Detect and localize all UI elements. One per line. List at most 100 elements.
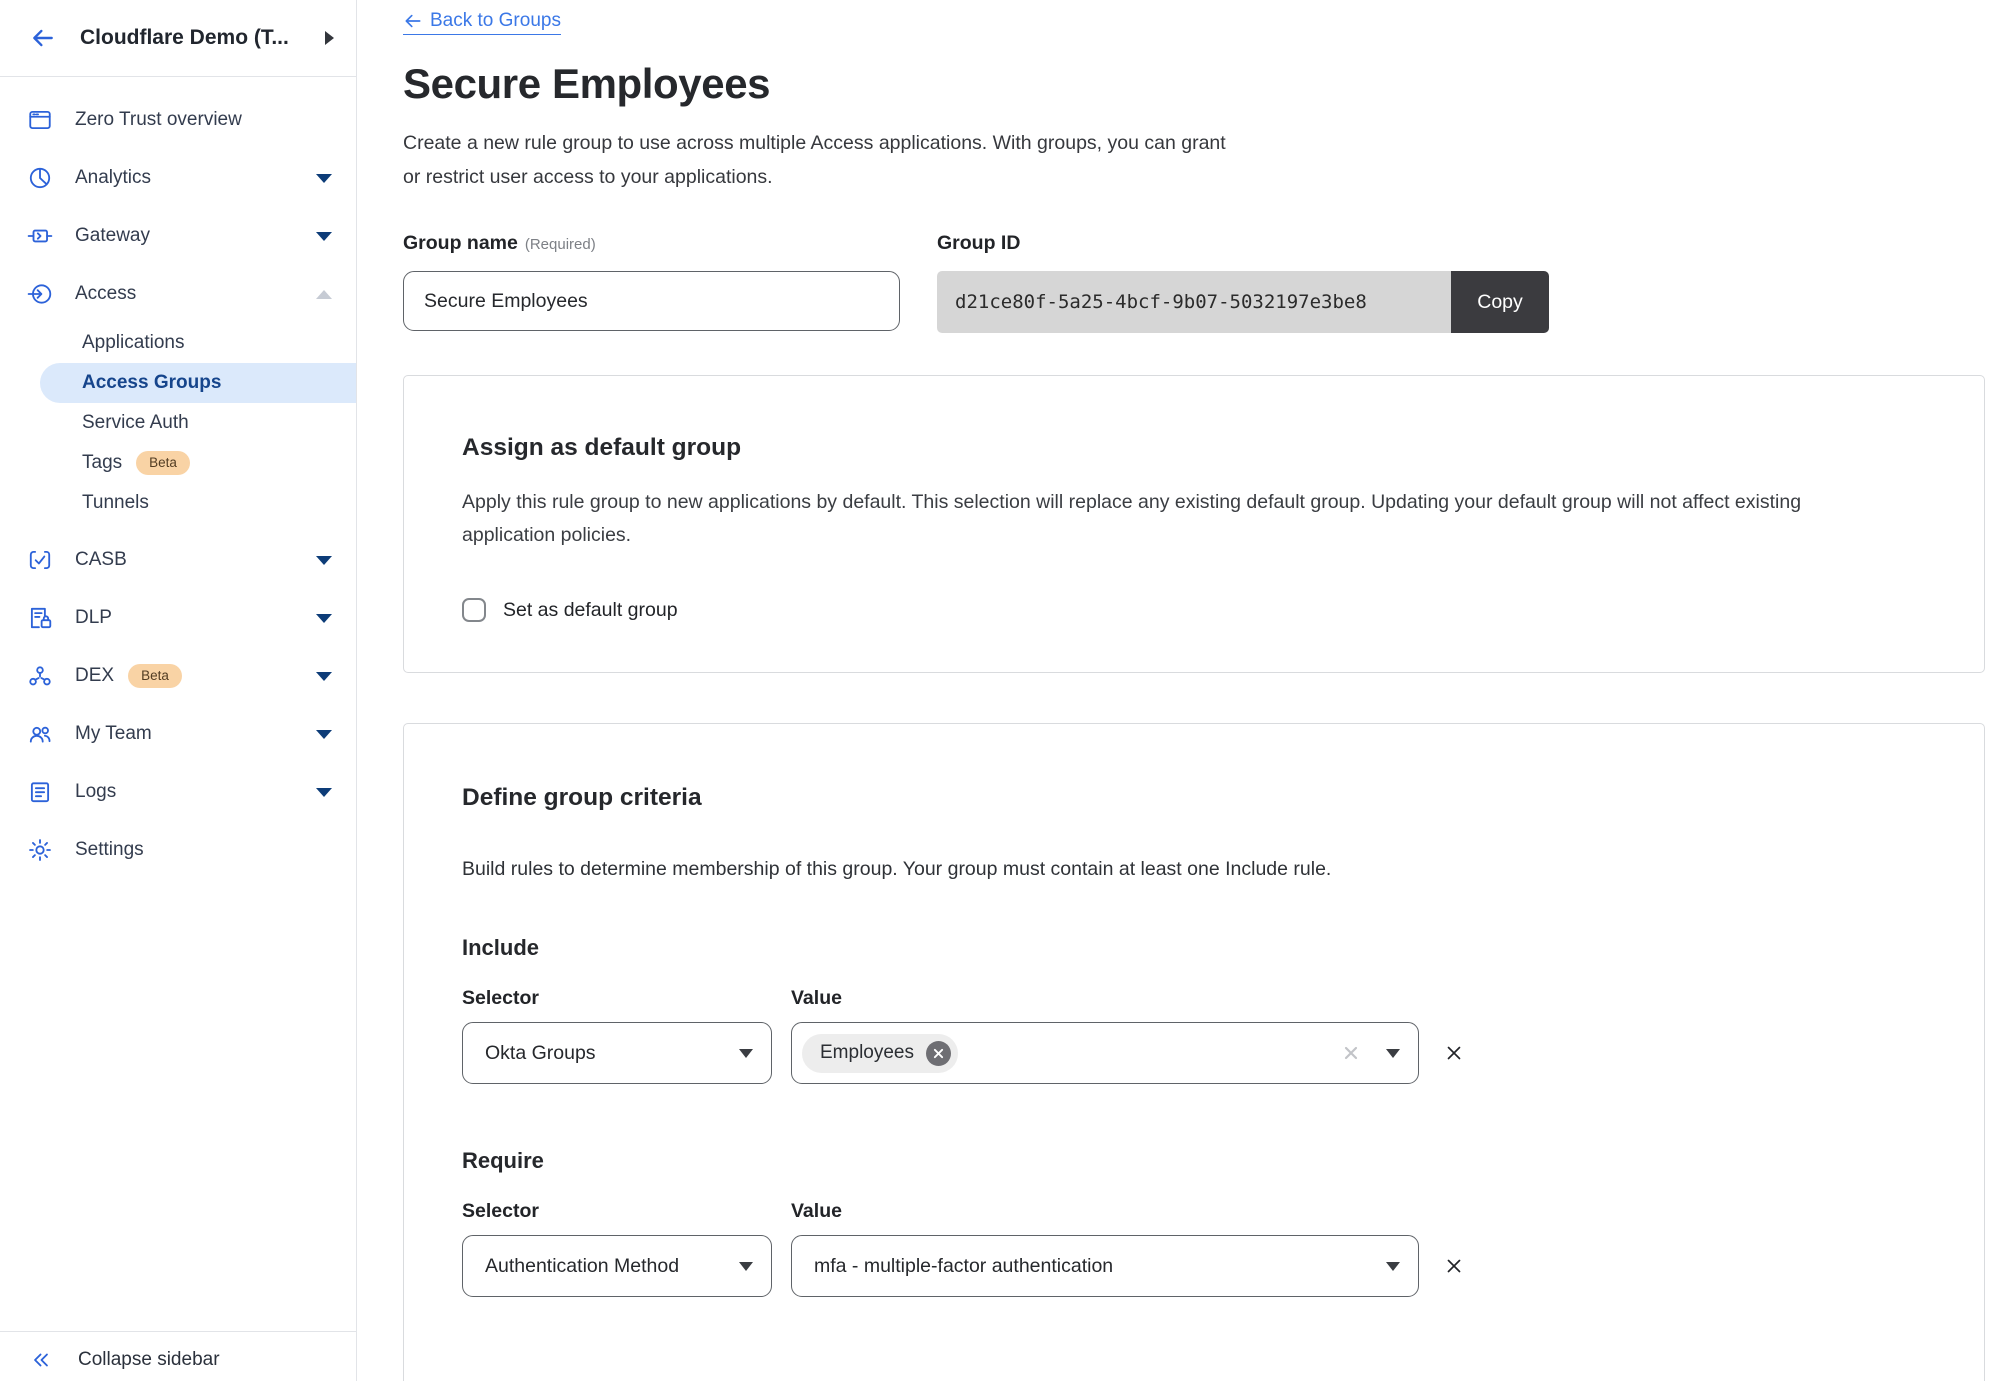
sidebar-item-access[interactable]: Access — [0, 265, 356, 323]
set-default-checkbox[interactable] — [462, 598, 486, 622]
analytics-icon — [27, 165, 53, 191]
chevron-down-icon — [1386, 1049, 1400, 1058]
include-value-multiselect[interactable]: Employees — [791, 1022, 1419, 1084]
chevron-down-icon[interactable] — [316, 730, 332, 739]
beta-badge: Beta — [128, 664, 182, 688]
gear-icon — [27, 837, 53, 863]
dex-network-icon — [27, 663, 53, 689]
selector-label: Selector — [462, 1200, 772, 1223]
chip-label: Employees — [820, 1042, 914, 1064]
group-name-label: Group name — [403, 232, 518, 255]
remove-include-rule-icon[interactable] — [1446, 1045, 1462, 1061]
chevron-down-icon[interactable] — [316, 788, 332, 797]
default-group-checkbox-row: Set as default group — [462, 598, 1926, 622]
selected-option: Authentication Method — [485, 1255, 739, 1278]
include-labels-row: Selector Value — [462, 987, 1926, 1010]
include-selector-dropdown[interactable]: Okta Groups — [462, 1022, 772, 1084]
require-selector-dropdown[interactable]: Authentication Method — [462, 1235, 772, 1297]
group-name-input[interactable] — [403, 271, 900, 331]
sidebar-item-tunnels[interactable]: Tunnels — [0, 483, 356, 523]
page-title: Secure Employees — [403, 60, 1985, 108]
access-login-icon — [27, 281, 53, 307]
arrow-left-icon — [403, 11, 423, 31]
chevron-down-icon[interactable] — [316, 614, 332, 623]
logs-list-icon — [27, 779, 53, 805]
required-hint: (Required) — [525, 236, 596, 253]
sidebar-item-label: Settings — [75, 839, 332, 861]
back-to-groups-link[interactable]: Back to Groups — [403, 10, 561, 35]
main-content: Back to Groups Secure Employees Create a… — [357, 0, 1999, 1381]
group-name-field: Group name (Required) — [403, 232, 900, 333]
include-heading: Include — [462, 935, 1926, 961]
page-description: Create a new rule group to use across mu… — [403, 126, 1985, 194]
sidebar-item-label: My Team — [75, 723, 316, 745]
double-chevron-left-icon — [30, 1349, 52, 1371]
copy-button[interactable]: Copy — [1451, 271, 1549, 333]
beta-badge: Beta — [136, 451, 190, 475]
selector-label: Selector — [462, 987, 772, 1010]
chevron-down-icon[interactable] — [316, 672, 332, 681]
sidebar-item-logs[interactable]: Logs — [0, 763, 356, 821]
criteria-description: Build rules to determine membership of t… — [462, 858, 1926, 881]
group-id-value: d21ce80f-5a25-4bcf-9b07-5032197e3be8 — [937, 271, 1451, 333]
team-icon — [27, 721, 53, 747]
sidebar-item-dlp[interactable]: DLP — [0, 589, 356, 647]
sidebar-item-label: Zero Trust overview — [75, 109, 332, 131]
sidebar-item-label: Service Auth — [82, 412, 189, 434]
casb-icon — [27, 547, 53, 573]
sidebar-item-label: Tags — [82, 452, 122, 474]
sidebar-item-tags[interactable]: Tags Beta — [0, 443, 356, 483]
back-arrow-icon[interactable] — [30, 25, 56, 51]
checkbox-label: Set as default group — [503, 599, 678, 622]
zero-trust-dashboard: Cloudflare Demo (T... Zero Trust overvie… — [0, 0, 1999, 1381]
sidebar-item-dex[interactable]: DEX Beta — [0, 647, 356, 705]
require-heading: Require — [462, 1148, 1926, 1174]
remove-require-rule-icon[interactable] — [1446, 1258, 1462, 1274]
card-title: Assign as default group — [462, 434, 1926, 462]
sidebar-item-label: Analytics — [75, 167, 316, 189]
require-rule-row: Authentication Method mfa - multiple-fac… — [462, 1235, 1926, 1297]
sidebar-item-analytics[interactable]: Analytics — [0, 149, 356, 207]
sidebar-item-my-team[interactable]: My Team — [0, 705, 356, 763]
chevron-down-icon — [739, 1049, 753, 1058]
clear-values-icon[interactable] — [1342, 1044, 1360, 1062]
define-group-criteria-card: Define group criteria Build rules to det… — [403, 723, 1985, 1381]
chip-remove-icon[interactable] — [926, 1041, 951, 1066]
sidebar-item-zero-trust-overview[interactable]: Zero Trust overview — [0, 91, 356, 149]
sidebar-item-gateway[interactable]: Gateway — [0, 207, 356, 265]
group-id-field: Group ID d21ce80f-5a25-4bcf-9b07-5032197… — [937, 232, 1549, 333]
sidebar-item-settings[interactable]: Settings — [0, 821, 356, 879]
sidebar-item-label: DLP — [75, 607, 316, 629]
sidebar-nav: Zero Trust overview Analytics Gateway — [0, 77, 356, 1331]
gateway-icon — [27, 223, 53, 249]
chevron-down-icon — [1386, 1262, 1400, 1271]
chevron-down-icon[interactable] — [316, 556, 332, 565]
sidebar-item-label: Access — [75, 283, 316, 305]
window-icon — [27, 107, 53, 133]
assign-default-group-card: Assign as default group Apply this rule … — [403, 375, 1985, 673]
selected-option: Okta Groups — [485, 1042, 739, 1065]
chevron-up-icon[interactable] — [316, 290, 332, 299]
sidebar-item-label: Applications — [82, 332, 184, 354]
collapse-sidebar-button[interactable]: Collapse sidebar — [0, 1331, 356, 1381]
sidebar-item-label: CASB — [75, 549, 316, 571]
sidebar-item-label: Tunnels — [82, 492, 149, 514]
sidebar-item-service-auth[interactable]: Service Auth — [0, 403, 356, 443]
sidebar-item-casb[interactable]: CASB — [0, 531, 356, 589]
require-value-dropdown[interactable]: mfa - multiple-factor authentication — [791, 1235, 1419, 1297]
chevron-down-icon[interactable] — [316, 174, 332, 183]
caret-right-icon[interactable] — [325, 31, 334, 45]
sidebar-item-applications[interactable]: Applications — [0, 323, 356, 363]
sidebar-header: Cloudflare Demo (T... — [0, 0, 356, 77]
sidebar: Cloudflare Demo (T... Zero Trust overvie… — [0, 0, 357, 1381]
sidebar-item-access-groups[interactable]: Access Groups — [40, 363, 356, 403]
group-id-label: Group ID — [937, 232, 1020, 255]
sidebar-item-label: Gateway — [75, 225, 316, 247]
chevron-down-icon[interactable] — [316, 232, 332, 241]
access-sub-list: Applications Access Groups Service Auth … — [0, 323, 356, 523]
value-label: Value — [791, 1200, 842, 1223]
value-label: Value — [791, 987, 842, 1010]
chevron-down-icon — [739, 1262, 753, 1271]
selected-option: mfa - multiple-factor authentication — [814, 1255, 1386, 1278]
sidebar-item-label: Access Groups — [82, 372, 221, 394]
